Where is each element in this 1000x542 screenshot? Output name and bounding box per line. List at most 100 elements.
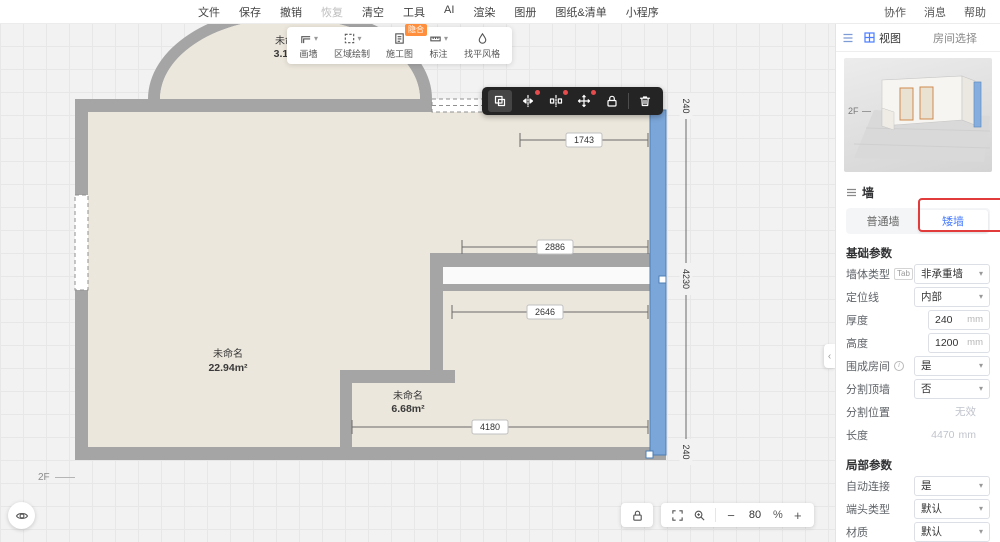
menu-item-undo[interactable]: 撤销: [280, 4, 302, 20]
unit-label: mm: [967, 314, 983, 325]
menu-item-miniprogram[interactable]: 小程序: [626, 4, 659, 20]
draw-wall-label: 画墙: [300, 47, 318, 60]
zoom-in-button[interactable]: +: [792, 508, 804, 523]
chevron-down-icon: ▾: [979, 293, 983, 301]
param-row-height: 高度 1200mm: [836, 331, 1000, 354]
locate-line-select[interactable]: 内部▾: [914, 287, 990, 307]
chevron-down-icon: ▾: [444, 35, 448, 43]
auto-connect-select[interactable]: 是▾: [914, 476, 990, 496]
info-icon: i: [894, 361, 904, 371]
menu-item-redo[interactable]: 恢复: [321, 4, 343, 20]
param-row-form-room: 围成房间 i 是▾: [836, 354, 1000, 377]
end-type-select[interactable]: 默认▾: [914, 499, 990, 519]
visibility-button[interactable]: [8, 502, 35, 529]
zoom-controls: − 80 % +: [661, 503, 814, 527]
room-secondary-name: 未命名: [393, 389, 423, 402]
menu-item-drawings-list[interactable]: 图纸&清单: [555, 4, 606, 20]
chevron-down-icon: ▾: [358, 35, 362, 43]
tab-low-wall[interactable]: 矮墙: [918, 210, 988, 232]
menu-item-help[interactable]: 帮助: [964, 4, 986, 20]
param-label: 厚度: [846, 312, 868, 328]
param-label: 长度: [846, 427, 868, 443]
move-icon: [577, 94, 591, 108]
wall-type-tabs: 普通墙 矮墙: [846, 208, 990, 234]
menu-item-tools[interactable]: 工具: [403, 4, 425, 20]
param-label: 端头类型: [846, 501, 890, 517]
annotation-button[interactable]: ▾ 标注: [429, 31, 448, 60]
menu-item-clear[interactable]: 清空: [362, 4, 384, 20]
split-top-select[interactable]: 否▾: [914, 379, 990, 399]
draw-wall-button[interactable]: ▾ 画墙: [299, 31, 318, 60]
wall-handle[interactable]: [659, 276, 666, 283]
construction-drawing-button[interactable]: 隐合 施工图: [386, 31, 413, 60]
distribute-icon: [549, 94, 563, 108]
wall-handle[interactable]: [646, 451, 653, 458]
tab-key-hint: Tab: [894, 268, 913, 280]
wall-gap: [443, 267, 650, 284]
trash-icon: [638, 94, 652, 108]
split-position-value: 无效: [955, 404, 990, 419]
move-button[interactable]: [572, 90, 596, 112]
param-row-locate-line: 定位线 内部▾: [836, 285, 1000, 308]
tab-normal-wall[interactable]: 普通墙: [848, 210, 918, 232]
thickness-input[interactable]: 240mm: [928, 310, 990, 330]
area-draw-button[interactable]: ▾ 区域绘制: [334, 31, 370, 60]
preview-floor-label: 2F: [848, 106, 871, 116]
zoom-unit: %: [773, 509, 783, 521]
room-main-name: 未命名: [213, 347, 243, 360]
dim-right-bottom: 240: [681, 444, 691, 459]
material-select[interactable]: 默认▾: [914, 522, 990, 542]
zoom-out-button[interactable]: −: [725, 508, 737, 523]
room-main-area: 22.94m²: [208, 362, 248, 374]
zoom-value[interactable]: 80: [746, 509, 764, 521]
delete-button[interactable]: [633, 90, 657, 112]
menu-item-collaborate[interactable]: 协作: [884, 4, 906, 20]
construction-drawing-label: 施工图: [386, 47, 413, 60]
menu-item-save[interactable]: 保存: [239, 4, 261, 20]
menu-item-messages[interactable]: 消息: [924, 4, 946, 20]
menu-item-render[interactable]: 渲染: [473, 4, 495, 20]
zoom-region-icon[interactable]: [693, 509, 706, 522]
duplicate-button[interactable]: [488, 90, 512, 112]
param-row-thickness: 厚度 240mm: [836, 308, 1000, 331]
form-room-select[interactable]: 是▾: [914, 356, 990, 376]
menu-item-ai[interactable]: AI: [444, 4, 454, 20]
3d-preview[interactable]: 2F: [844, 58, 992, 172]
height-input[interactable]: 1200mm: [928, 333, 990, 353]
canvas-lock-button[interactable]: [621, 503, 653, 527]
unit-label: mm: [967, 337, 983, 348]
properties-panel: 视图 房间选择 2F 墙 普通墙 矮墙 基础参数 墙体类型Tab 非: [835, 24, 1000, 542]
floor-label: 2F: [38, 472, 75, 483]
construction-badge: 隐合: [405, 24, 427, 36]
lock-icon: [605, 94, 619, 108]
panel-collapse-chevron[interactable]: ‹: [824, 344, 835, 368]
chevron-down-icon: ▾: [979, 482, 983, 490]
menu-item-file[interactable]: 文件: [198, 4, 220, 20]
fit-screen-icon[interactable]: [671, 509, 684, 522]
param-label: 材质: [846, 524, 868, 540]
menu-item-gallery[interactable]: 图册: [514, 4, 536, 20]
floorplan-canvas[interactable]: 1743 2886 2646 4180 240 4230 240 未命名 3.1…: [0, 0, 835, 542]
param-label: 围成房间: [846, 358, 890, 374]
chevron-down-icon: ▾: [314, 35, 318, 43]
flip-button[interactable]: [516, 90, 540, 112]
tab-view[interactable]: 视图: [864, 30, 901, 46]
area-draw-icon: [343, 32, 356, 45]
wall-section-header: 墙: [836, 182, 1000, 202]
dim-right-height: 4230: [681, 269, 691, 289]
toolbar-divider: [628, 93, 629, 109]
tab-room-select[interactable]: 房间选择: [933, 30, 977, 46]
lock-button[interactable]: [600, 90, 624, 112]
param-label: 墙体类型: [846, 266, 890, 282]
wall-type-select[interactable]: 非承重墙▾: [914, 264, 990, 284]
annotation-icon: [429, 32, 442, 45]
panel-menu-icon[interactable]: [842, 32, 854, 44]
leveling-style-button[interactable]: 找平风格: [464, 31, 500, 60]
menu-items: 文件 保存 撤销 恢复 清空 工具 AI 渲染 图册 图纸&清单 小程序: [0, 4, 659, 20]
param-row-wall-type: 墙体类型 Tab 非承重墙▾: [836, 262, 1000, 285]
dim-lower-width: 2646: [535, 307, 555, 317]
distribute-button[interactable]: [544, 90, 568, 112]
param-row-material: 材质 默认▾: [836, 520, 1000, 542]
section-title: 墙: [862, 184, 874, 201]
param-label: 自动连接: [846, 478, 890, 494]
